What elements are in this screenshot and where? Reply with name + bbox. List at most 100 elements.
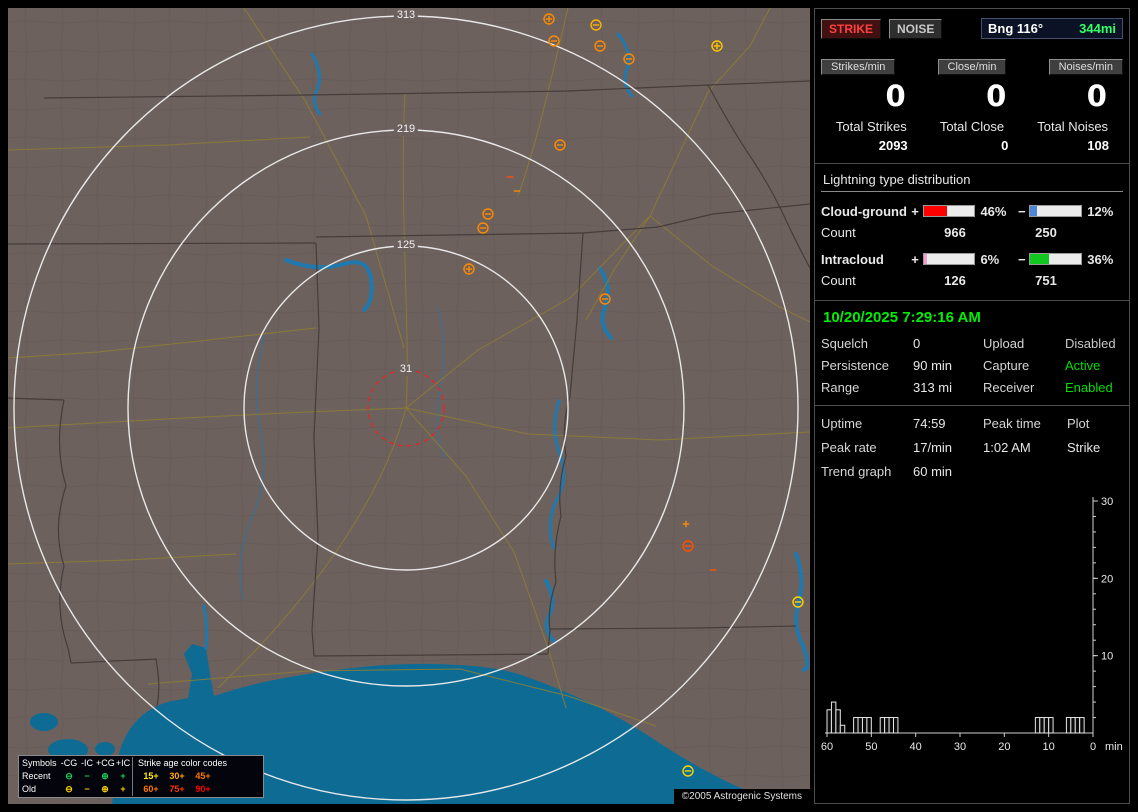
range-ring-label: 219 bbox=[393, 123, 419, 136]
bearing-label: Bng 116° bbox=[988, 21, 1044, 36]
total-strikes-value: 2093 bbox=[878, 138, 908, 153]
legend-col-ic-pos: +IC bbox=[115, 758, 131, 768]
ic-negative-pct: 36% bbox=[1087, 251, 1114, 267]
peak-rate-label: Peak rate bbox=[821, 440, 877, 455]
persistence-label: Persistence bbox=[821, 358, 889, 373]
cg-positive-bar bbox=[922, 205, 976, 217]
rates-section: STRIKE NOISE Bng 116° 344mi Strikes/min … bbox=[815, 9, 1129, 164]
ic-positive-pct: 6% bbox=[980, 251, 1000, 267]
cg-positive-count: 966 bbox=[944, 224, 966, 240]
peak-time-label: Peak time bbox=[983, 416, 1041, 431]
close-per-min-button[interactable]: Close/min bbox=[937, 59, 1007, 75]
age-code-30: 30+ bbox=[169, 771, 185, 781]
noise-toggle-button[interactable]: NOISE bbox=[889, 18, 943, 39]
total-close-value: 0 bbox=[1001, 138, 1009, 153]
ic-negative-bar bbox=[1029, 253, 1083, 265]
bearing-display: Bng 116° 344mi bbox=[981, 18, 1123, 39]
persistence-value: 90 min bbox=[913, 358, 953, 373]
receiver-status: Enabled bbox=[1065, 380, 1113, 395]
capture-status: Active bbox=[1065, 358, 1101, 373]
cg-pos-icon: ⊕ bbox=[101, 784, 109, 794]
noises-per-min-button[interactable]: Noises/min bbox=[1048, 59, 1123, 75]
legend-old-label: Old bbox=[22, 784, 37, 794]
cg-negative-count: 250 bbox=[1035, 224, 1057, 240]
lightning-map[interactable]: Symbols -CG -IC +CG +IC Strike age color… bbox=[8, 8, 810, 804]
distribution-section: Lightning type distribution Cloud-ground… bbox=[815, 164, 1129, 301]
uptime-value: 74:59 bbox=[913, 416, 946, 431]
age-code-75: 75+ bbox=[169, 784, 185, 794]
ic-negative-count: 751 bbox=[1035, 272, 1057, 288]
count-label: Count bbox=[821, 272, 856, 288]
strikes-per-min-value: 0 bbox=[885, 79, 906, 113]
trend-graph: 30 20 10 60 50 40 30 20 10 0 min bbox=[821, 481, 1123, 781]
age-code-60: 60+ bbox=[132, 783, 164, 796]
legend-age-title: Strike age color codes bbox=[132, 757, 260, 770]
cg-neg-icon: ⊖ bbox=[65, 784, 73, 794]
range-value: 313 mi bbox=[913, 380, 953, 395]
ic-pos-icon: + bbox=[120, 771, 126, 781]
plus-icon: + bbox=[911, 203, 919, 219]
strike-toggle-button[interactable]: STRIKE bbox=[821, 18, 882, 39]
range-ring-label: 125 bbox=[393, 239, 419, 252]
distribution-title: Lightning type distribution bbox=[821, 170, 1123, 192]
intracloud-label: Intracloud bbox=[821, 251, 884, 267]
app-window: Symbols -CG -IC +CG +IC Strike age color… bbox=[0, 0, 1138, 812]
bearing-range: 344mi bbox=[1079, 21, 1116, 36]
svg-text:20: 20 bbox=[1101, 573, 1113, 585]
trend-graph-value: 60 min bbox=[913, 464, 953, 479]
squelch-label: Squelch bbox=[821, 336, 868, 351]
legend-symbols-label: Symbols bbox=[22, 758, 57, 768]
svg-text:50: 50 bbox=[865, 741, 877, 753]
cloud-ground-label: Cloud-ground bbox=[821, 203, 907, 219]
ic-positive-bar bbox=[922, 253, 976, 265]
age-code-45: 45+ bbox=[195, 771, 211, 781]
trend-chart-canvas: 30 20 10 60 50 40 30 20 10 0 min bbox=[821, 496, 1123, 753]
svg-text:20: 20 bbox=[998, 741, 1010, 753]
cg-neg-icon: ⊖ bbox=[65, 771, 73, 781]
uptime-label: Uptime bbox=[821, 416, 863, 431]
cg-negative-bar bbox=[1029, 205, 1083, 217]
range-ring-label: 313 bbox=[393, 9, 419, 22]
capture-label: Capture bbox=[983, 358, 1030, 373]
legend-recent-label: Recent bbox=[22, 771, 51, 781]
cg-pos-icon: ⊕ bbox=[101, 771, 109, 781]
receiver-label: Receiver bbox=[983, 380, 1035, 395]
trend-graph-label: Trend graph bbox=[821, 464, 892, 479]
legend-col-cg-neg: -CG bbox=[60, 758, 78, 768]
noises-per-min-value: 0 bbox=[1086, 79, 1107, 113]
range-label: Range bbox=[821, 380, 860, 395]
upload-label: Upload bbox=[983, 336, 1025, 351]
minus-icon: − bbox=[1018, 203, 1026, 219]
total-noises-value: 108 bbox=[1087, 138, 1109, 153]
minus-icon: − bbox=[1018, 251, 1026, 267]
age-code-90: 90+ bbox=[195, 784, 211, 794]
plus-icon: + bbox=[911, 251, 919, 267]
plot-label: Plot bbox=[1067, 416, 1090, 431]
copyright-label: ©2005 Astrogenic Systems bbox=[673, 789, 810, 804]
svg-text:0: 0 bbox=[1090, 741, 1096, 753]
legend-col-ic-neg: -IC bbox=[81, 758, 93, 768]
ic-pos-icon: + bbox=[120, 784, 126, 794]
svg-text:10: 10 bbox=[1101, 651, 1113, 663]
svg-text:60: 60 bbox=[821, 741, 833, 753]
age-code-15: 15+ bbox=[132, 770, 164, 783]
peak-time-value: 1:02 AM bbox=[983, 440, 1031, 455]
total-noises-label: Total Noises bbox=[1037, 119, 1109, 134]
ic-positive-count: 126 bbox=[944, 272, 966, 288]
svg-text:40: 40 bbox=[910, 741, 922, 753]
plot-value: Strike bbox=[1067, 440, 1101, 455]
status-section: 10/20/2025 7:29:16 AM Squelch 0 Upload D… bbox=[815, 301, 1129, 406]
trend-section: Uptime 74:59 Peak time Plot Peak rate 17… bbox=[815, 406, 1129, 791]
datetime-display: 10/20/2025 7:29:16 AM bbox=[823, 309, 981, 326]
total-strikes-label: Total Strikes bbox=[835, 119, 907, 134]
range-ring-label: 31 bbox=[396, 363, 416, 376]
squelch-value: 0 bbox=[913, 336, 921, 351]
cg-positive-pct: 46% bbox=[980, 203, 1007, 219]
control-panel: STRIKE NOISE Bng 116° 344mi Strikes/min … bbox=[814, 8, 1130, 804]
strikes-per-min-button[interactable]: Strikes/min bbox=[821, 59, 896, 75]
cg-negative-pct: 12% bbox=[1087, 203, 1114, 219]
count-label: Count bbox=[821, 224, 856, 240]
svg-text:30: 30 bbox=[1101, 496, 1113, 508]
upload-status: Disabled bbox=[1065, 336, 1116, 351]
svg-text:10: 10 bbox=[1043, 741, 1055, 753]
